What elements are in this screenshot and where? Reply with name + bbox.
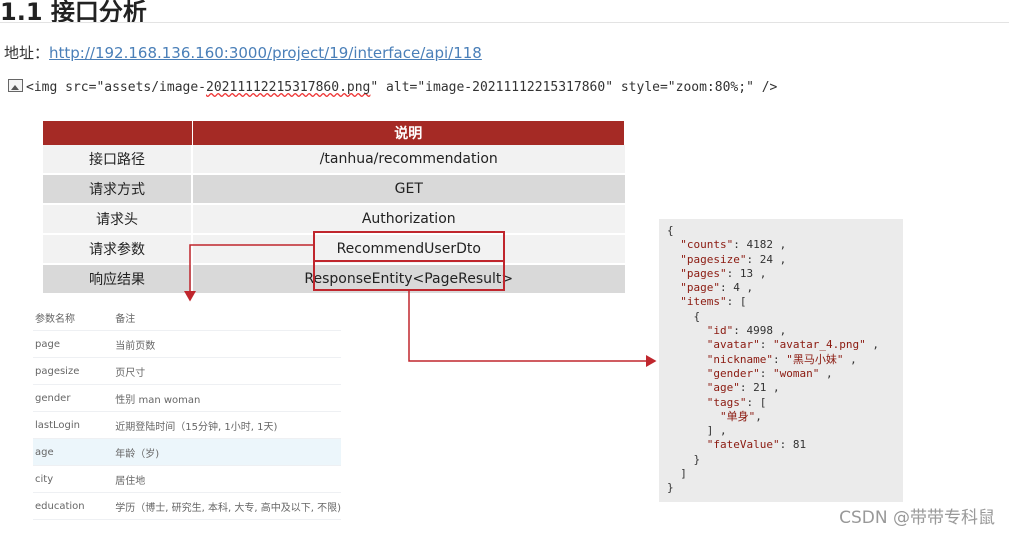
- param-note: 居住地: [113, 465, 341, 493]
- params-row: age 年龄（岁): [33, 438, 341, 466]
- param-name: education: [33, 492, 114, 520]
- json-line: "gender": "woman" ,: [706, 366, 833, 380]
- param-name: gender: [33, 384, 114, 412]
- json-line: }: [667, 481, 674, 495]
- param-name: lastLogin: [33, 411, 114, 439]
- params-row: city 居住地: [33, 465, 341, 493]
- params-row: gender 性别 man woman: [33, 384, 341, 412]
- param-name: city: [33, 465, 114, 493]
- json-line: "tags": [: [706, 395, 767, 409]
- json-line: "fateValue": 81: [706, 438, 807, 452]
- param-arrow: [184, 244, 313, 302]
- json-line: "items": [: [680, 295, 747, 309]
- params-row: page 当前页数: [33, 330, 341, 358]
- json-line: "单身",: [719, 409, 762, 423]
- params-table: 参数名称 备注 page 当前页数 pagesize 页尺寸 gender 性别 man…: [33, 304, 341, 520]
- json-line: "page": 4 ,: [680, 281, 754, 295]
- param-name: pagesize: [33, 357, 114, 385]
- json-line: ] ,: [667, 424, 727, 438]
- param-note: 当前页数: [113, 330, 341, 358]
- response-arrow: [408, 291, 657, 367]
- json-line: }: [667, 452, 701, 466]
- param-note: 页尺寸: [113, 357, 341, 385]
- csdn-watermark: CSDN @带带专科鼠: [839, 508, 995, 528]
- param-note: 近期登陆时间（15分钟, 1小时, 1天): [113, 411, 341, 439]
- params-row: 参数名称 备注: [33, 304, 341, 331]
- json-line: "pages": 13 ,: [680, 266, 767, 280]
- json-line: "id": 4998 ,: [706, 324, 787, 338]
- param-note: 性别 man woman: [113, 384, 341, 412]
- param-note: 年龄（岁): [113, 438, 341, 466]
- param-note: 备注: [113, 304, 341, 331]
- json-line: "pagesize": 24 ,: [680, 252, 787, 266]
- json-line: ]: [667, 467, 687, 481]
- json-line: {: [667, 309, 701, 323]
- json-line: {: [667, 224, 674, 237]
- params-row: lastLogin 近期登陆时间（15分钟, 1小时, 1天): [33, 411, 341, 439]
- json-line: "counts": 4182 ,: [680, 238, 787, 252]
- param-name: page: [33, 330, 114, 358]
- params-row: education 学历（博士, 研究生, 本科, 大专, 高中及以下, 不限): [33, 492, 341, 520]
- json-line: "age": 21 ,: [706, 381, 780, 395]
- json-response-panel: { "counts": 4182 , "pagesize": 24 , "pag…: [659, 219, 903, 502]
- param-note: 学历（博士, 研究生, 本科, 大专, 高中及以下, 不限): [113, 492, 341, 520]
- params-row: pagesize 页尺寸: [33, 357, 341, 385]
- json-line: "nickname": "黑马小妹" ,: [706, 352, 857, 366]
- json-line: "avatar": "avatar_4.png" ,: [706, 338, 879, 352]
- param-name: 参数名称: [33, 304, 114, 331]
- param-name: age: [33, 438, 114, 466]
